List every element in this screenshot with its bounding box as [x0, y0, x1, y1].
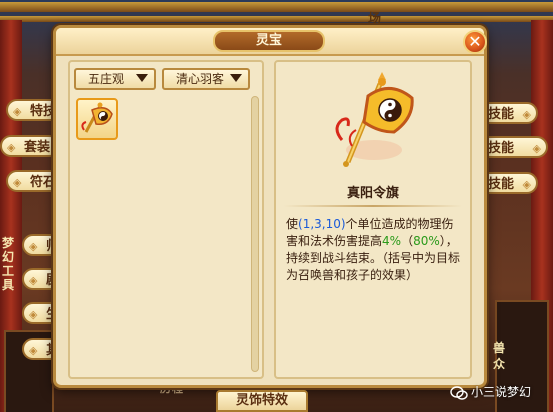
yin-yang-flag-icon: [81, 102, 113, 133]
category-dropdown-value: 清心羽客: [176, 72, 225, 86]
desc-text: （: [401, 234, 414, 248]
dialog-title-plaque: 灵宝: [213, 30, 325, 52]
right-vertical-sign: 兽众: [493, 341, 507, 371]
tab-label: 灵饰特效: [235, 393, 288, 408]
item-list-panel: 五庄观 清心羽客: [68, 60, 264, 379]
item-name: 真阳令旗: [346, 186, 399, 201]
item-slot-zhenyang-flag[interactable]: [76, 98, 118, 140]
desc-percent: 4%: [382, 234, 402, 248]
item-list-scrollbar[interactable]: [251, 96, 259, 372]
desc-targets: (1,3,10): [298, 217, 346, 231]
school-dropdown[interactable]: 五庄观: [74, 68, 156, 90]
school-dropdown-value: 五庄观: [88, 72, 125, 86]
watermark: 小三说梦幻: [450, 382, 531, 402]
side-tab-set[interactable]: 套装: [0, 135, 60, 157]
dialog-header: 灵宝 ✕: [56, 28, 487, 56]
yin-yang-flag-icon: [335, 72, 414, 167]
wechat-icon: [450, 385, 468, 400]
chevron-down-icon: [136, 74, 148, 82]
close-icon: ✕: [468, 32, 482, 51]
dialog-title: 灵宝: [255, 33, 282, 48]
close-button[interactable]: ✕: [463, 30, 487, 54]
item-description: 使(1,3,10)个单位造成的物理伤害和法术伤害提高4%（80%），持续到战斗结…: [286, 216, 462, 284]
tab-accessory-effect[interactable]: 灵饰特效: [216, 390, 308, 412]
item-detail-panel: 真阳令旗 使(1,3,10)个单位造成的物理伤害和法术伤害提高4%（80%），持…: [274, 60, 472, 379]
divider: [284, 205, 462, 207]
watermark-text: 小三说梦幻: [471, 385, 532, 399]
desc-percent-summon: 80%: [413, 234, 440, 248]
left-vertical-sign: 梦幻工具: [2, 236, 16, 292]
desc-text: 使: [286, 217, 299, 231]
chevron-down-icon: [230, 74, 242, 82]
roof-beam: [0, 2, 553, 12]
item-list: [74, 96, 248, 374]
lingbao-dialog: 灵宝 ✕ 五庄观 清心羽客 真阳令旗 使(1,3,10)个单位造成的物理伤害和法…: [53, 25, 487, 388]
roof-beam-lower: [0, 16, 553, 22]
category-dropdown[interactable]: 清心羽客: [162, 68, 250, 90]
